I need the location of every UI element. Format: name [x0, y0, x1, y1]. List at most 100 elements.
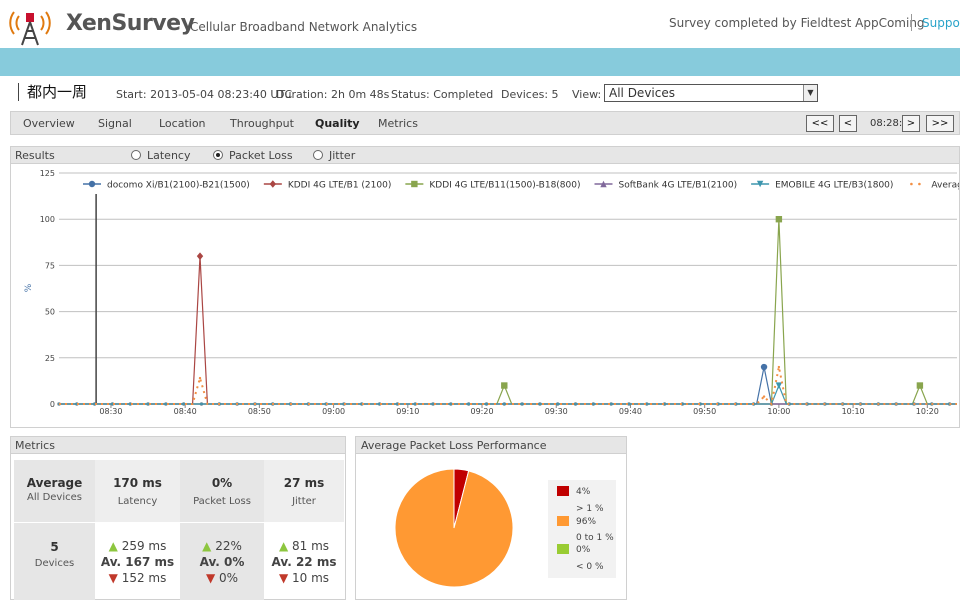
data-point [775, 216, 783, 223]
legend-marker [411, 180, 418, 188]
first-page-button[interactable]: << [806, 115, 834, 132]
y-axis-label: % [24, 283, 34, 292]
x-tick-label: 10:10 [842, 407, 865, 416]
tab-location[interactable]: Location [159, 117, 206, 130]
survey-status: Status: Completed [391, 88, 494, 101]
latency-range-cell: ▲ 259 ms Av. 167 ms ▼ 152 ms [95, 538, 180, 586]
metrics-divider [14, 522, 344, 523]
radio-label: Packet Loss [229, 149, 293, 162]
latency-max: 259 ms [121, 539, 167, 553]
packet-loss-chart: 0 25 50 75 100 125 08:30 08:40 08:50 09:00 09:10 09… [24, 169, 959, 416]
accent-band [0, 48, 960, 76]
baseline-marker [164, 402, 168, 406]
tab-quality[interactable]: Quality [315, 117, 360, 130]
legend-value-high: 4% [576, 487, 591, 497]
antenna-logo-icon [9, 11, 51, 46]
metrics-devices-cell: 5 Devices [14, 540, 95, 569]
x-tick-label: 08:40 [174, 407, 197, 416]
radio-latency[interactable]: Latency [131, 149, 190, 162]
arrow-up-icon: ▲ [202, 539, 212, 553]
tab-signal[interactable]: Signal [98, 117, 132, 130]
x-tick-label: 09:10 [396, 407, 419, 416]
data-point [198, 376, 202, 380]
header-divider [911, 14, 912, 31]
chevron-down-icon[interactable]: ▼ [803, 85, 817, 101]
jitter-avg: Av. 22 ms [271, 555, 337, 569]
y-tick-label: 50 [45, 308, 55, 317]
x-tick-label: 08:30 [99, 407, 122, 416]
prev-button[interactable]: < [839, 115, 857, 132]
tab-bar: Overview Signal Location Throughput Qual… [10, 111, 960, 135]
y-tick-label: 100 [40, 215, 55, 224]
metrics-panel: Average All Devices 5 Devices 170 ms Lat… [10, 454, 346, 600]
survey-completed-by: Survey completed by Fieldtest AppComing [669, 16, 925, 30]
view-label: View: [572, 88, 602, 101]
radio-packet-loss[interactable]: Packet Loss [213, 149, 293, 162]
x-tick-label: 08:50 [248, 407, 271, 416]
last-page-button[interactable]: >> [926, 115, 954, 132]
app-root: XenSurvey Cellular Broadband Network Ana… [0, 0, 960, 600]
view-select[interactable]: All Devices ▼ [604, 84, 818, 102]
latency-min: 152 ms [121, 571, 167, 585]
packet-loss-label: Packet Loss [193, 496, 251, 507]
packet-loss-pie-chart [394, 468, 514, 588]
x-tick-label: 09:20 [470, 407, 493, 416]
x-tick-label: 09:50 [693, 407, 716, 416]
next-button[interactable]: > [902, 115, 920, 132]
packet-loss-value: 0% [211, 476, 233, 490]
legend-marker [269, 180, 277, 188]
legend-swatch-mid [557, 516, 569, 526]
baseline-marker [182, 402, 186, 406]
legend-marker [88, 180, 96, 188]
arrow-down-icon: ▼ [278, 571, 289, 585]
baseline-marker [609, 402, 613, 406]
y-tick-label: 0 [50, 400, 55, 409]
arrow-down-icon: ▼ [108, 571, 118, 585]
baseline-marker [520, 402, 524, 406]
jitter-max: 81 ms [292, 539, 330, 553]
radio-label: Latency [147, 149, 191, 162]
baseline-marker [449, 402, 453, 406]
legend-swatch-high [557, 486, 569, 496]
results-chart-panel: 0 25 50 75 100 125 08:30 08:40 08:50 09:00 09:10 09… [10, 164, 960, 428]
data-point [916, 382, 924, 389]
baseline-marker [591, 402, 595, 406]
radio-jitter[interactable]: Jitter [313, 149, 355, 162]
baseline-marker [573, 402, 578, 406]
results-title: Results [15, 149, 55, 162]
pie-header: Average Packet Loss Performance [355, 436, 627, 454]
data-point [501, 382, 508, 389]
x-tick-label: 10:20 [916, 407, 939, 416]
metrics-title: Metrics [15, 439, 55, 452]
baseline-marker [199, 402, 204, 406]
packet-loss-max: 22% [215, 539, 242, 553]
tab-throughput[interactable]: Throughput [230, 117, 294, 130]
app-subtitle: Cellular Broadband Network Analytics [190, 20, 418, 34]
packet-loss-min: 0% [219, 571, 239, 585]
tab-metrics[interactable]: Metrics [378, 117, 418, 130]
pie-slice [394, 468, 514, 588]
legend-label: SoftBank 4G LTE/B1(2100) [619, 181, 738, 191]
support-link[interactable]: Support [922, 16, 960, 30]
baseline-marker [502, 402, 506, 406]
jitter-cell: 27 ms Jitter [264, 476, 344, 507]
data-point [760, 363, 768, 371]
legend-label: KDDI 4G LTE/B11(1500)-B18(800) [429, 181, 580, 191]
packet-loss-avg: Av. 0% [199, 555, 245, 569]
x-tick-label: 09:00 [322, 407, 345, 416]
arrow-up-icon: ▲ [108, 539, 118, 553]
tab-overview[interactable]: Overview [23, 117, 75, 130]
app-name: XenSurvey [66, 11, 195, 36]
arrow-up-icon: ▲ [278, 539, 289, 553]
x-tick-label: 10:00 [767, 407, 790, 416]
y-tick-label: 125 [40, 169, 55, 178]
legend-marker [918, 182, 921, 186]
metrics-average-cell: Average All Devices [14, 476, 95, 503]
x-tick-label: 09:40 [619, 407, 642, 416]
radio-selected-icon [213, 150, 223, 160]
devices-count: 5 [50, 540, 59, 554]
data-point [762, 395, 766, 398]
app-header: XenSurvey Cellular Broadband Network Ana… [0, 0, 960, 48]
legend-label-low: < 0 % [576, 562, 604, 572]
survey-duration: Duration: 2h 0m 48s [276, 88, 390, 101]
